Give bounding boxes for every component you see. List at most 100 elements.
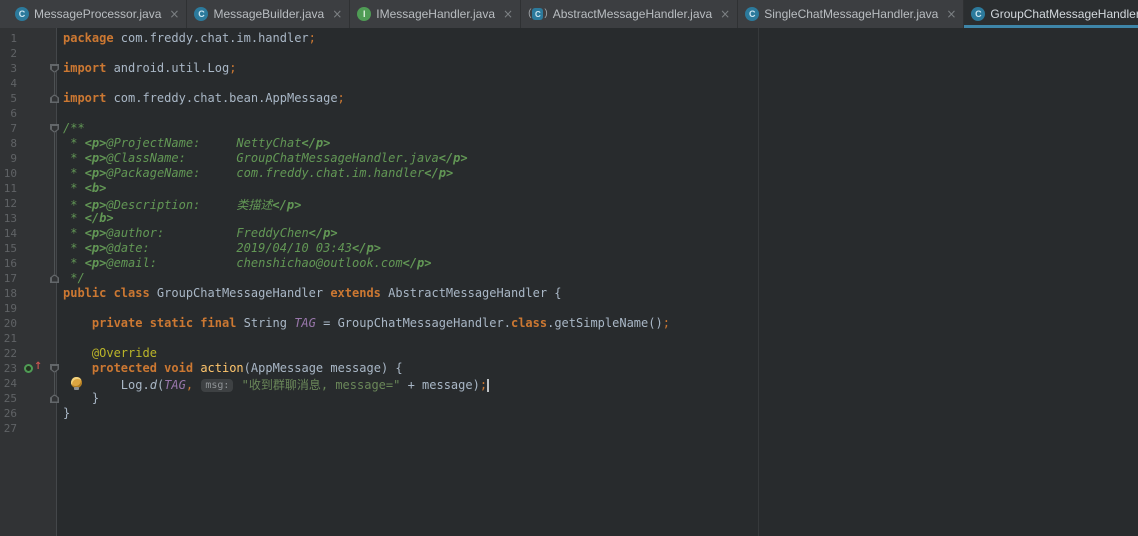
editor-line-16[interactable]: 16 * <p>@email: chenshichao@outlook.com<… [0,256,1138,271]
line-number[interactable]: 4 [0,76,17,91]
line-number[interactable]: 11 [0,181,17,196]
code-segment: (AppMessage message) { [244,361,403,375]
code-segment: @date: 2019/04/10 03:43 [106,241,352,255]
code-segment: ; [480,378,487,392]
tab-singlechatmessagehandler-java[interactable]: CSingleChatMessageHandler.java× [738,0,964,28]
code-segment: d [150,378,157,392]
editor-line-5[interactable]: 5 import com.freddy.chat.bean.AppMessage; [0,91,1138,106]
editor-tab-bar: CMessageProcessor.java× C MessageBuilder.j… [0,0,1138,28]
code-text: protected void action(AppMessage message… [63,361,403,376]
editor-line-20[interactable]: 20 private static final String TAG = Gro… [0,316,1138,331]
editor-line-23[interactable]: 23 ↑ protected void action(AppMessage mes… [0,361,1138,376]
editor-line-24[interactable]: 24 Log.d(TAG, msg: "收到群聊消息, message=" + … [0,376,1138,391]
code-segment: * [63,136,85,150]
line-number[interactable]: 1 [0,31,17,46]
tab-messagebuilder-java[interactable]: CMessageBuilder.java× [187,0,350,28]
code-segment: ; [663,316,670,330]
code-segment: ; [338,91,345,105]
code-segment: * [63,241,85,255]
editor-line-25[interactable]: 25 } [0,391,1138,406]
code-segment [63,361,92,375]
line-number[interactable]: 27 [0,421,17,436]
editor-line-15[interactable]: 15 * <p>@date: 2019/04/10 03:43</p> [0,241,1138,256]
tab-abstractmessagehandler-java[interactable]: (C)AbstractMessageHandler.java× [521,0,738,28]
editor-line-6[interactable]: 6 [0,106,1138,121]
editor-line-17[interactable]: 17 */ [0,271,1138,286]
fold-marker-bottom[interactable] [50,274,59,283]
fold-marker-bottom[interactable] [50,394,59,403]
code-segment: void [164,361,193,375]
editor-line-19[interactable]: 19 [0,301,1138,316]
code-segment: package [63,31,114,45]
editor-line-27[interactable]: 27 [0,421,1138,436]
line-number[interactable]: 8 [0,136,17,151]
line-number[interactable]: 6 [0,106,17,121]
tab-imessagehandler-java[interactable]: IIMessageHandler.java× [350,0,521,28]
editor-line-10[interactable]: 10 * <p>@PackageName: com.freddy.chat.im… [0,166,1138,181]
editor[interactable]: 1package com.freddy.chat.im.handler;23im… [0,28,1138,536]
code-segment: * [63,166,85,180]
line-number[interactable]: 17 [0,271,17,286]
tab-close-icon[interactable]: × [720,8,730,20]
editor-line-12[interactable]: 12 * <p>@Description: 类描述</p> [0,196,1138,211]
line-number[interactable]: 16 [0,256,17,271]
code-text: import com.freddy.chat.bean.AppMessage; [63,91,345,106]
tab-close-icon[interactable]: × [169,8,179,20]
line-number[interactable]: 7 [0,121,17,136]
line-number[interactable]: 5 [0,91,17,106]
code-segment: @author: FreddyChen [106,226,308,240]
line-number[interactable]: 13 [0,211,17,226]
line-number[interactable]: 25 [0,391,17,406]
editor-line-26[interactable]: 26} [0,406,1138,421]
editor-line-21[interactable]: 21 [0,331,1138,346]
editor-line-2[interactable]: 2 [0,46,1138,61]
tab-close-icon[interactable]: × [946,8,956,20]
line-number[interactable]: 24 [0,376,17,391]
line-number[interactable]: 14 [0,226,17,241]
editor-line-14[interactable]: 14 * <p>@author: FreddyChen</p> [0,226,1138,241]
line-number[interactable]: 15 [0,241,17,256]
editor-line-1[interactable]: 1package com.freddy.chat.im.handler; [0,31,1138,46]
paren-glyph: ( [528,9,531,19]
code-segment [193,378,200,392]
line-number[interactable]: 9 [0,151,17,166]
fold-marker-bottom[interactable] [50,94,59,103]
code-text: /** [63,121,85,136]
tab-close-icon[interactable]: × [503,8,513,20]
code-segment: import [63,61,106,75]
editor-line-7[interactable]: 7 /** [0,121,1138,136]
tab-messageprocessor-java[interactable]: CMessageProcessor.java× [8,0,187,28]
code-segment: * [63,151,85,165]
line-number[interactable]: 22 [0,346,17,361]
editor-line-9[interactable]: 9 * <p>@ClassName: GroupChatMessageHandl… [0,151,1138,166]
line-number[interactable]: 2 [0,46,17,61]
code-segment [63,316,92,330]
code-segment: @email: chenshichao@outlook.com [106,256,402,270]
editor-line-13[interactable]: 13 * </b> [0,211,1138,226]
line-number[interactable]: 3 [0,61,17,76]
line-number[interactable]: 10 [0,166,17,181]
line-number[interactable]: 20 [0,316,17,331]
class-letter: C [532,8,543,20]
code-segment: <p> [85,136,107,150]
overrides-gutter-icon[interactable]: ↑ [24,363,42,374]
tab-label: MessageBuilder.java [213,7,324,21]
editor-line-11[interactable]: 11 * <b> [0,181,1138,196]
code-segment: ; [309,31,316,45]
editor-line-4[interactable]: 4 [0,76,1138,91]
line-number[interactable]: 26 [0,406,17,421]
tab-close-icon[interactable]: × [332,8,342,20]
editor-line-18[interactable]: 18public class GroupChatMessageHandler e… [0,286,1138,301]
code-segment: = GroupChatMessageHandler. [316,316,511,330]
code-text: @Override [63,346,157,361]
editor-line-8[interactable]: 8 * <p>@ProjectName: NettyChat</p> [0,136,1138,151]
tab-groupchatmessagehandler-java[interactable]: CGroupChatMessageHandler.java× [964,0,1138,28]
line-number[interactable]: 12 [0,196,17,211]
line-number[interactable]: 23 [0,361,17,376]
line-number[interactable]: 19 [0,301,17,316]
editor-line-22[interactable]: 22 @Override [0,346,1138,361]
line-number[interactable]: 21 [0,331,17,346]
line-number[interactable]: 18 [0,286,17,301]
editor-line-3[interactable]: 3import android.util.Log; [0,61,1138,76]
code-segment: </b> [85,211,114,225]
